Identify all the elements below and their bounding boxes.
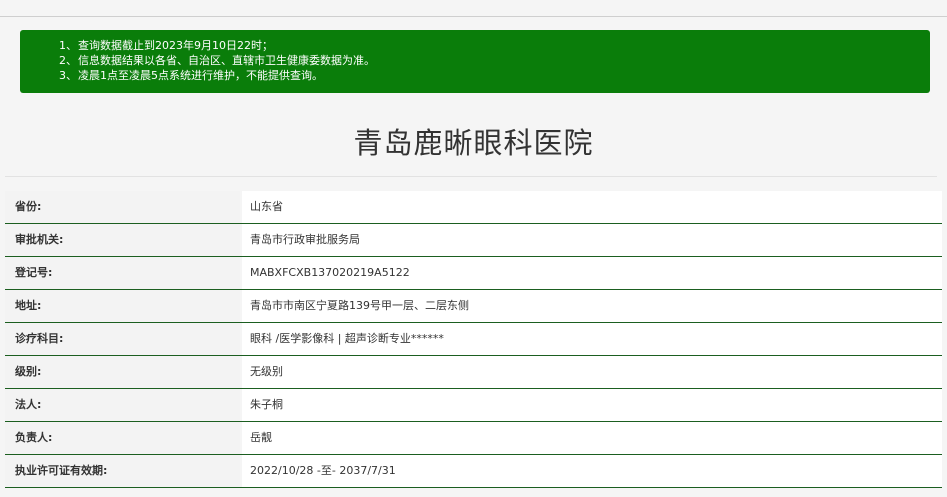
notice-item: 3、 凌晨1点至凌晨5点系统进行维护，不能提供查询。 bbox=[20, 68, 930, 83]
info-label: 地址: bbox=[5, 290, 240, 322]
info-value: 无级别 bbox=[250, 365, 283, 378]
info-label: 审批机关: bbox=[5, 224, 240, 256]
info-label: 负责人: bbox=[5, 422, 240, 454]
notice-item-number: 3、 bbox=[59, 69, 77, 82]
info-value: 2022/10/28 -至- 2037/7/31 bbox=[250, 464, 396, 477]
info-label: 法人: bbox=[5, 389, 240, 421]
info-value: 朱子桐 bbox=[250, 398, 283, 411]
notice-item: 2、 信息数据结果以各省、自治区、直辖市卫生健康委数据为准。 bbox=[20, 53, 930, 68]
info-value-cell: 山东省 bbox=[242, 191, 942, 223]
info-value: 青岛市市南区宁夏路139号甲一层、二层东侧 bbox=[250, 299, 469, 312]
info-value-cell: 青岛市市南区宁夏路139号甲一层、二层东侧 bbox=[242, 290, 942, 322]
info-value: 眼科 /医学影像科 | 超声诊断专业****** bbox=[250, 332, 444, 345]
info-value-cell: MABXFCXB137020219A5122 bbox=[242, 257, 942, 289]
notice-item-text: 查询数据截止到2023年9月10日22时； bbox=[78, 39, 273, 52]
info-row-person-in-charge: 负责人: 岳靓 bbox=[5, 422, 942, 455]
hospital-info-table: 省份: 山东省 审批机关: 青岛市行政审批服务局 登记号: MABXFCXB13… bbox=[5, 191, 942, 488]
notice-item-text: 凌晨1点至凌晨5点系统进行维护，不能提供查询。 bbox=[78, 69, 323, 82]
page-title: 青岛鹿晰眼科医院 bbox=[353, 126, 594, 160]
title-divider bbox=[5, 176, 937, 177]
info-label: 级别: bbox=[5, 356, 240, 388]
notice-item-number: 2、 bbox=[59, 54, 77, 67]
info-row-province: 省份: 山东省 bbox=[5, 191, 942, 224]
info-label: 诊疗科目: bbox=[5, 323, 240, 355]
info-value: 岳靓 bbox=[250, 431, 272, 444]
info-value: 青岛市行政审批服务局 bbox=[250, 233, 360, 246]
info-row-address: 地址: 青岛市市南区宁夏路139号甲一层、二层东侧 bbox=[5, 290, 942, 323]
info-value: MABXFCXB137020219A5122 bbox=[250, 266, 410, 279]
info-value-cell: 岳靓 bbox=[242, 422, 942, 454]
info-value-cell: 无级别 bbox=[242, 356, 942, 388]
notice-item: 1、 查询数据截止到2023年9月10日22时； bbox=[20, 38, 930, 53]
info-row-registration-number: 登记号: MABXFCXB137020219A5122 bbox=[5, 257, 942, 290]
info-row-level: 级别: 无级别 bbox=[5, 356, 942, 389]
info-value-cell: 眼科 /医学影像科 | 超声诊断专业****** bbox=[242, 323, 942, 355]
notice-item-number: 1、 bbox=[59, 39, 77, 52]
info-value: 山东省 bbox=[250, 200, 283, 213]
info-value-cell: 青岛市行政审批服务局 bbox=[242, 224, 942, 256]
info-value-cell: 朱子桐 bbox=[242, 389, 942, 421]
info-label: 执业许可证有效期: bbox=[5, 455, 240, 487]
info-label: 省份: bbox=[5, 191, 240, 223]
info-label: 登记号: bbox=[5, 257, 240, 289]
info-row-license-validity: 执业许可证有效期: 2022/10/28 -至- 2037/7/31 bbox=[5, 455, 942, 488]
notice-item-text: 信息数据结果以各省、自治区、直辖市卫生健康委数据为准。 bbox=[78, 54, 375, 67]
notice-banner: 1、 查询数据截止到2023年9月10日22时； 2、 信息数据结果以各省、自治… bbox=[20, 30, 930, 93]
info-row-departments: 诊疗科目: 眼科 /医学影像科 | 超声诊断专业****** bbox=[5, 323, 942, 356]
info-row-approval-authority: 审批机关: 青岛市行政审批服务局 bbox=[5, 224, 942, 257]
top-divider bbox=[0, 16, 947, 17]
info-value-cell: 2022/10/28 -至- 2037/7/31 bbox=[242, 455, 942, 487]
notice-list: 1、 查询数据截止到2023年9月10日22时； 2、 信息数据结果以各省、自治… bbox=[20, 38, 930, 83]
info-row-legal-person: 法人: 朱子桐 bbox=[5, 389, 942, 422]
